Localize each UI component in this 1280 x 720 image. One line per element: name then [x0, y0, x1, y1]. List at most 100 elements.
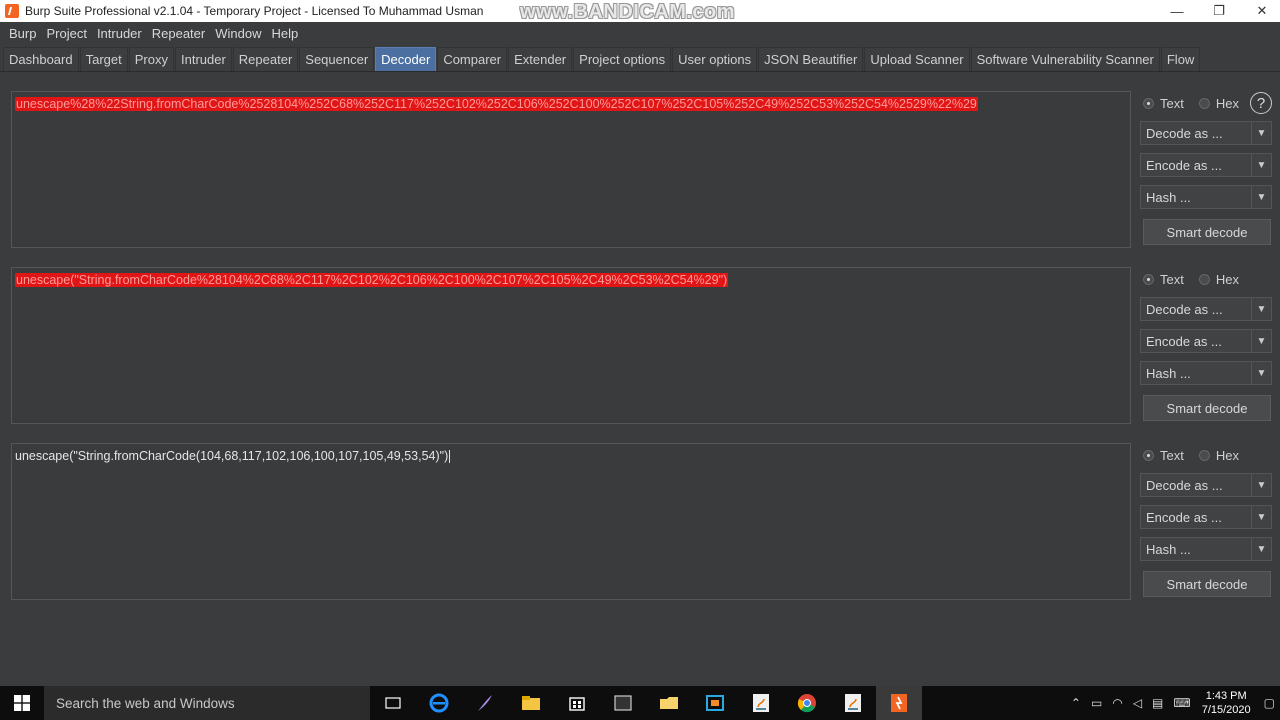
hex-radio[interactable] [1198, 449, 1210, 461]
tab-intruder[interactable]: Intruder [174, 47, 232, 71]
decoder-text-2[interactable]: unescape("String.fromCharCode%28104%2C68… [15, 273, 729, 287]
decoder-controls-3: Text Hex Decode as ... ▼ Encode as ... ▼… [1140, 445, 1272, 597]
menu-burp[interactable]: Burp [4, 26, 41, 41]
file-explorer-icon[interactable] [508, 686, 554, 720]
watermark: www.BANDICAM.com [520, 1, 736, 23]
chevron-down-icon: ▼ [1251, 362, 1271, 384]
windows-logo-icon [14, 695, 30, 711]
menu-project[interactable]: Project [41, 26, 91, 41]
menu-window[interactable]: Window [210, 26, 266, 41]
decode-as-dropdown[interactable]: Decode as ... ▼ [1140, 297, 1272, 321]
burp-suite-taskbar-icon[interactable] [876, 686, 922, 720]
hex-radio[interactable] [1198, 97, 1210, 109]
encode-as-dropdown[interactable]: Encode as ... ▼ [1140, 329, 1272, 353]
decoder-controls-1: Text Hex ? Decode as ... ▼ Encode as ...… [1140, 92, 1272, 245]
hex-radio-label: Hex [1215, 95, 1239, 111]
decoder-text-3[interactable]: unescape("String.fromCharCode(104,68,117… [15, 449, 451, 464]
clock-time: 1:43 PM [1205, 690, 1247, 702]
smart-decode-button[interactable]: Smart decode [1143, 219, 1271, 245]
tab-project-options[interactable]: Project options [573, 47, 672, 71]
chrome-icon[interactable] [784, 686, 830, 720]
java-icon-2[interactable] [830, 686, 876, 720]
tab-user-options[interactable]: User options [672, 47, 758, 71]
minimize-button[interactable]: — [1155, 0, 1199, 22]
hash-dropdown[interactable]: Hash ... ▼ [1140, 361, 1272, 385]
smart-decode-button[interactable]: Smart decode [1143, 395, 1271, 421]
help-icon[interactable]: ? [1250, 92, 1272, 114]
tab-flow[interactable]: Flow [1160, 47, 1201, 71]
feather-app-icon[interactable] [462, 686, 508, 720]
power-icon[interactable]: ▭ [1091, 696, 1102, 710]
tab-repeater[interactable]: Repeater [232, 47, 299, 71]
window-app-icon[interactable] [600, 686, 646, 720]
hash-dropdown[interactable]: Hash ... ▼ [1140, 185, 1272, 209]
tab-software-vulnerability-scanner[interactable]: Software Vulnerability Scanner [970, 47, 1160, 71]
system-tray: ⌃ ▭ ◠ ◁ ▤ ⌨ 1:43 PM 7/15/2020 ▢ [1066, 686, 1280, 720]
menu-intruder[interactable]: Intruder [92, 26, 147, 41]
decoder-text-1[interactable]: unescape%28%22String.fromCharCode%252810… [15, 97, 978, 111]
tab-extender[interactable]: Extender [508, 47, 573, 71]
volume-icon[interactable]: ◁ [1133, 696, 1142, 710]
chevron-down-icon: ▼ [1251, 298, 1271, 320]
chevron-down-icon: ▼ [1251, 538, 1271, 560]
folder-icon[interactable] [646, 686, 692, 720]
hash-dropdown[interactable]: Hash ... ▼ [1140, 537, 1272, 561]
chevron-down-icon: ▼ [1251, 330, 1271, 352]
hex-radio-label: Hex [1215, 447, 1239, 463]
tab-dashboard[interactable]: Dashboard [3, 47, 79, 71]
clock[interactable]: 1:43 PM 7/15/2020 [1202, 689, 1251, 717]
windows-start-button[interactable] [0, 686, 44, 720]
decode-as-dropdown[interactable]: Decode as ... ▼ [1140, 121, 1272, 145]
tab-json-beautifier[interactable]: JSON Beautifier [758, 47, 864, 71]
decode-as-dropdown[interactable]: Decode as ... ▼ [1140, 473, 1272, 497]
decoder-panel-2[interactable]: unescape("String.fromCharCode%28104%2C68… [11, 267, 1131, 424]
tab-decoder[interactable]: Decoder [375, 47, 437, 71]
tab-comparer[interactable]: Comparer [437, 47, 508, 71]
text-radio-label: Text [1160, 95, 1184, 111]
encode-as-dropdown[interactable]: Encode as ... ▼ [1140, 505, 1272, 529]
action-center-icon[interactable]: ▢ [1264, 696, 1275, 710]
text-caret [449, 450, 451, 464]
text-radio[interactable] [1143, 449, 1154, 461]
hex-radio[interactable] [1198, 273, 1210, 285]
store-icon[interactable] [554, 686, 600, 720]
encode-as-dropdown[interactable]: Encode as ... ▼ [1140, 153, 1272, 177]
decoder-controls-2: Text Hex Decode as ... ▼ Encode as ... ▼… [1140, 269, 1272, 421]
hex-radio-label: Hex [1215, 271, 1239, 287]
chevron-up-icon[interactable]: ⌃ [1071, 696, 1081, 710]
tab-proxy[interactable]: Proxy [128, 47, 174, 71]
keyboard-icon[interactable]: ⌨ [1173, 696, 1190, 710]
taskbar-search[interactable]: Search the web and Windows [44, 686, 370, 720]
clock-date: 7/15/2020 [1201, 704, 1251, 716]
tab-target[interactable]: Target [79, 47, 128, 71]
title-bar: Burp Suite Professional v2.1.04 - Tempor… [0, 0, 1280, 23]
java-icon[interactable] [738, 686, 784, 720]
menu-bar: Burp Project Intruder Repeater Window He… [0, 22, 1280, 44]
chevron-down-icon: ▼ [1251, 122, 1271, 144]
edge-browser-icon[interactable] [416, 686, 462, 720]
tab-sequencer[interactable]: Sequencer [299, 47, 375, 71]
menu-repeater[interactable]: Repeater [147, 26, 210, 41]
menu-help[interactable]: Help [266, 26, 303, 41]
wifi-icon[interactable]: ◠ [1112, 696, 1122, 710]
burp-logo-icon [5, 4, 19, 18]
decoder-panel-3[interactable]: unescape("String.fromCharCode(104,68,117… [11, 443, 1131, 600]
chevron-down-icon: ▼ [1251, 154, 1271, 176]
decoder-panel-1[interactable]: unescape%28%22String.fromCharCode%252810… [11, 91, 1131, 248]
chevron-down-icon: ▼ [1251, 474, 1271, 496]
tab-bar: Dashboard Target Proxy Intruder Repeater… [0, 47, 1280, 72]
maximize-button[interactable]: ❐ [1197, 0, 1241, 22]
close-button[interactable]: ✕ [1240, 0, 1280, 22]
tab-upload-scanner[interactable]: Upload Scanner [864, 47, 970, 71]
screen-capture-icon[interactable] [692, 686, 738, 720]
smart-decode-button[interactable]: Smart decode [1143, 571, 1271, 597]
text-radio[interactable] [1143, 97, 1154, 109]
notification-icon[interactable]: ▤ [1152, 696, 1163, 710]
task-view-icon[interactable] [370, 686, 416, 720]
taskbar: Search the web and Windows ⌃ ▭ ◠ ◁ ▤ ⌨ 1… [0, 686, 1280, 720]
window-title: Burp Suite Professional v2.1.04 - Tempor… [25, 4, 484, 18]
text-radio[interactable] [1143, 273, 1154, 285]
chevron-down-icon: ▼ [1251, 506, 1271, 528]
chevron-down-icon: ▼ [1251, 186, 1271, 208]
text-radio-label: Text [1160, 271, 1184, 287]
